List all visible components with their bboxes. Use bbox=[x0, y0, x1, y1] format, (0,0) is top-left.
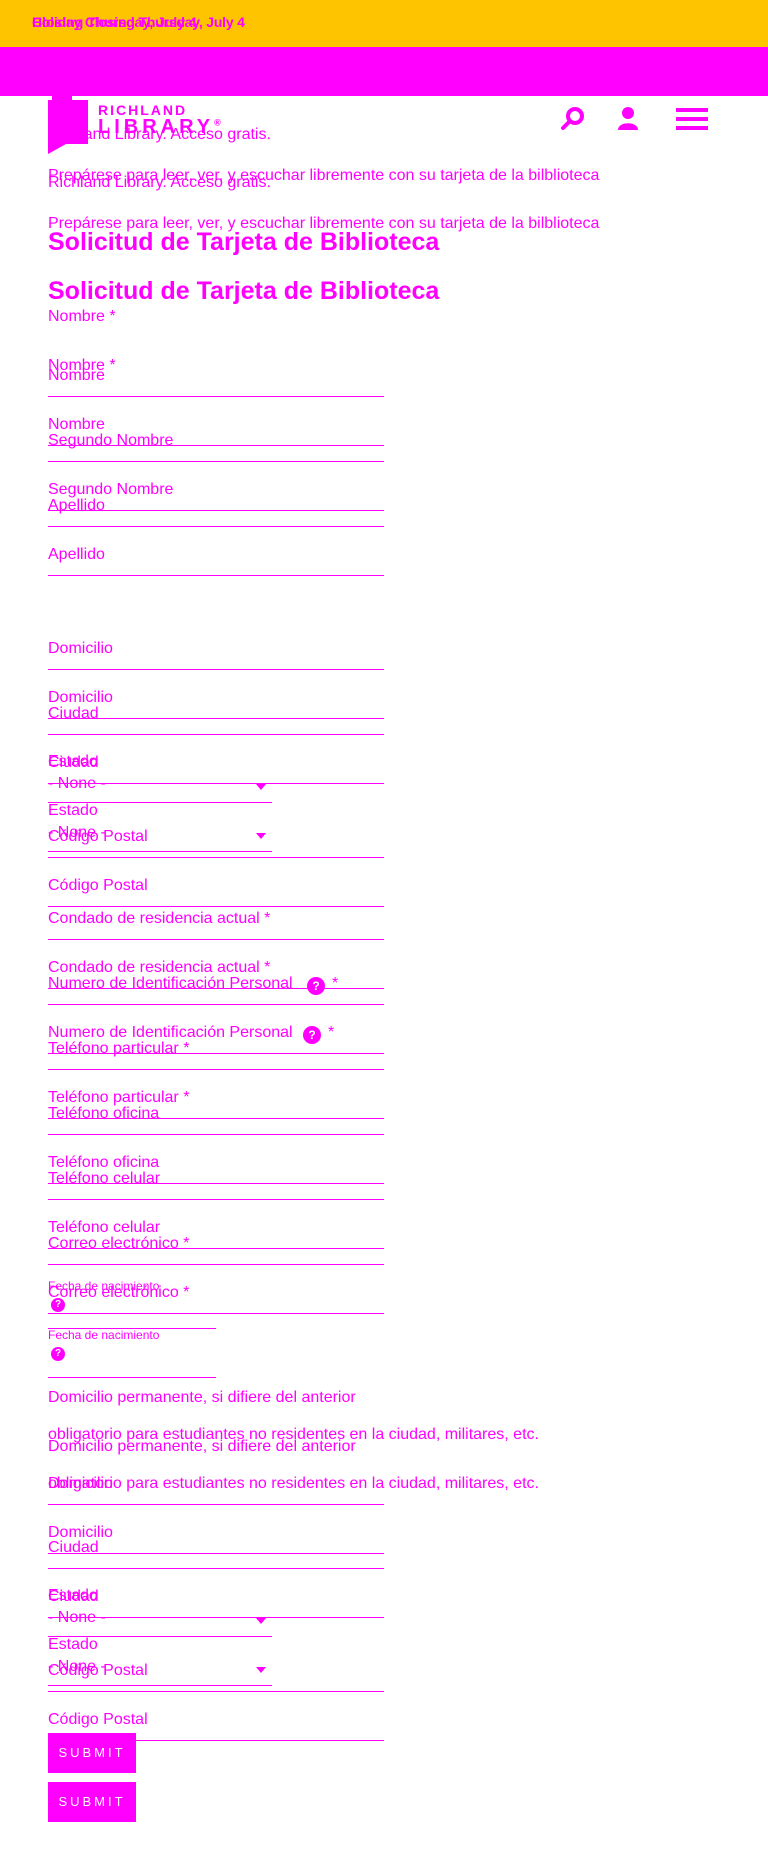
home-phone-input[interactable] bbox=[48, 1069, 384, 1070]
county-label: Condado de residencia actual * bbox=[48, 910, 271, 927]
perm-zip-input[interactable] bbox=[48, 1691, 384, 1692]
dob-label: Fecha de nacimiento bbox=[48, 1279, 160, 1293]
address-label: Domicilio bbox=[48, 640, 113, 657]
last-name-label-dup: Apellido bbox=[48, 546, 105, 563]
help-icon[interactable]: ? bbox=[303, 1026, 321, 1044]
zip-input-dup[interactable] bbox=[48, 906, 384, 907]
home-phone-label: Teléfono particular * bbox=[48, 1040, 190, 1057]
perm-address-label: Domicilio bbox=[48, 1475, 113, 1492]
help-icon[interactable]: ? bbox=[307, 977, 325, 995]
state-select-value[interactable]: - None - bbox=[48, 775, 106, 793]
perm-state-label-dup: Estado bbox=[48, 1636, 98, 1653]
dob-label-dup: Fecha de nacimiento bbox=[48, 1328, 160, 1342]
work-phone-label: Teléfono oficina bbox=[48, 1105, 160, 1122]
perm-state-label: Estado bbox=[48, 1587, 98, 1604]
address-input[interactable] bbox=[48, 669, 384, 670]
menu-icon[interactable] bbox=[676, 106, 708, 132]
help-icon[interactable]: ? bbox=[51, 1298, 65, 1312]
submit-button[interactable]: SUBMIT bbox=[48, 1733, 136, 1773]
chevron-down-icon[interactable] bbox=[256, 784, 266, 790]
perm-city-input[interactable] bbox=[48, 1568, 384, 1569]
last-name-label: Apellido bbox=[48, 497, 105, 514]
chevron-down-icon[interactable] bbox=[256, 1667, 266, 1673]
cell-phone-input[interactable] bbox=[48, 1199, 384, 1200]
middle-name-input[interactable] bbox=[48, 461, 384, 462]
name-section-label: Nombre * bbox=[48, 308, 116, 325]
pin-required-marker-dup: * bbox=[328, 1024, 335, 1041]
county-input[interactable] bbox=[48, 939, 384, 940]
intro-line-1-dup: Richland Library. Acceso gratis. bbox=[48, 174, 271, 191]
city-label: Ciudad bbox=[48, 705, 99, 722]
perm-state-select-dup[interactable] bbox=[48, 1685, 272, 1686]
zip-label: Código Postal bbox=[48, 828, 148, 845]
intro-line-1: Richland Library. Acceso gratis. bbox=[48, 126, 271, 143]
pin-required-marker: * bbox=[332, 975, 339, 992]
form-title: Solicitud de Tarjeta de Biblioteca bbox=[48, 228, 440, 256]
first-name-label: Nombre bbox=[48, 367, 105, 384]
last-name-input[interactable] bbox=[48, 526, 384, 527]
alert-text-overlay[interactable]: Holiday Closing Thursday, July 4 bbox=[32, 14, 245, 30]
zip-label-dup: Código Postal bbox=[48, 877, 148, 894]
permanent-address-title-dup: Domicilio permanente, si difiere del ant… bbox=[48, 1438, 356, 1455]
email-label: Correo electrónico * bbox=[48, 1235, 190, 1252]
permanent-address-note-dup: obligatorio para estudiantes no resident… bbox=[48, 1475, 539, 1492]
city-input[interactable] bbox=[48, 734, 384, 735]
state-select-dup[interactable] bbox=[48, 851, 272, 852]
search-icon[interactable] bbox=[560, 106, 586, 132]
pin-label: Numero de Identificación Personal bbox=[48, 975, 293, 992]
chevron-down-icon[interactable] bbox=[256, 1618, 266, 1624]
perm-city-label: Ciudad bbox=[48, 1539, 99, 1556]
form-title-dup: Solicitud de Tarjeta de Biblioteca bbox=[48, 277, 440, 305]
permanent-address-title: Domicilio permanente, si difiere del ant… bbox=[48, 1389, 356, 1406]
perm-zip-label: Código Postal bbox=[48, 1662, 148, 1679]
alert-bar: Closing Thursday, July 4 Holiday Closing… bbox=[0, 0, 768, 47]
chevron-down-icon[interactable] bbox=[256, 833, 266, 839]
perm-address-input[interactable] bbox=[48, 1504, 384, 1505]
user-icon[interactable] bbox=[616, 106, 640, 132]
dob-input-dup[interactable] bbox=[48, 1377, 216, 1378]
work-phone-input[interactable] bbox=[48, 1134, 384, 1135]
top-nav-bar: · · · · · · bbox=[0, 47, 768, 125]
pin-input[interactable] bbox=[48, 1004, 384, 1005]
last-name-input-dup[interactable] bbox=[48, 575, 384, 576]
zip-input[interactable] bbox=[48, 857, 384, 858]
email-field-dup[interactable] bbox=[48, 1313, 384, 1314]
submit-button-dup[interactable]: SUBMIT bbox=[48, 1782, 136, 1822]
email-field[interactable] bbox=[48, 1264, 384, 1265]
perm-state-select-value[interactable]: - None - bbox=[48, 1609, 106, 1627]
cell-phone-label: Teléfono celular bbox=[48, 1170, 161, 1187]
first-name-input[interactable] bbox=[48, 396, 384, 397]
help-icon[interactable]: ? bbox=[51, 1347, 65, 1361]
state-label: Estado bbox=[48, 753, 98, 770]
perm-zip-label-dup: Código Postal bbox=[48, 1711, 148, 1728]
middle-name-label: Segundo Nombre bbox=[48, 432, 174, 449]
state-label-dup: Estado bbox=[48, 802, 98, 819]
